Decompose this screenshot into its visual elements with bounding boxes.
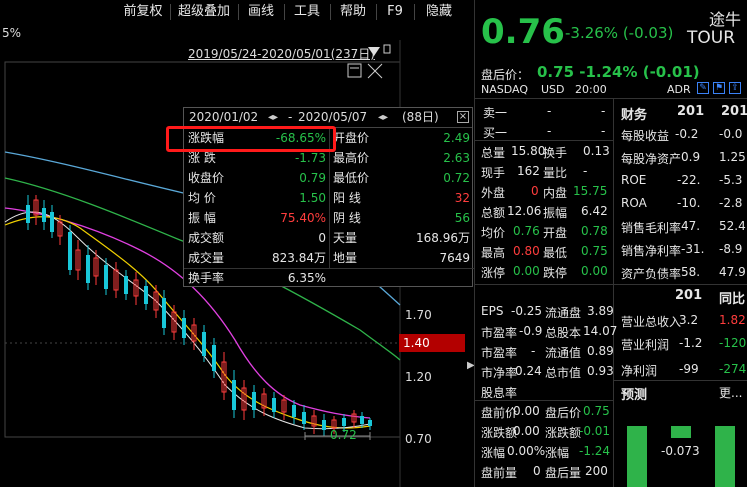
- time-label: 20:00: [575, 83, 607, 96]
- chart-lock-icon: [383, 44, 391, 54]
- quote-panel: 0.76 -3.26% (-0.03) 途牛 TOUR 盘后价： 0.75 -1…: [474, 0, 747, 487]
- forecast-bar-2: [671, 426, 691, 438]
- afterhours-label: 盘后价：: [481, 68, 530, 82]
- chart-date-range[interactable]: 2019/05/24-2020/05/01(237日): [188, 45, 375, 62]
- toolbar-fuquan-button[interactable]: 前复权: [118, 0, 168, 24]
- popup-date-to-arrows-icon[interactable]: ◂▸: [378, 108, 388, 127]
- buy1-label: 买一: [483, 126, 508, 140]
- highlight-box: [166, 126, 336, 152]
- edit-icon[interactable]: ✎: [697, 82, 709, 94]
- popup-header: 2020/01/02 ◂▸ - 2020/05/07 ◂▸ (88日) ×: [184, 108, 472, 128]
- axis-label-1: 1.70: [405, 308, 432, 322]
- buy1-volume: -: [601, 124, 606, 138]
- interval-stats-popup: 2020/01/02 ◂▸ - 2020/05/07 ◂▸ (88日) × 涨跌…: [166, 107, 474, 287]
- popup-close-icon[interactable]: ×: [457, 111, 469, 123]
- corner-percent-label: 5%: [2, 26, 22, 40]
- forecast-bar-3: [715, 426, 735, 487]
- forecast-bar-1: [627, 426, 647, 487]
- toolbar-help-button[interactable]: 帮助: [332, 0, 374, 24]
- popup-date-to[interactable]: 2020/05/07: [298, 108, 367, 127]
- stock-name: 途牛: [709, 10, 742, 29]
- share-icon[interactable]: ⇪: [729, 82, 741, 94]
- axis-label-3: 1.20: [405, 370, 432, 384]
- toolbar-draw-button[interactable]: 画线: [240, 0, 282, 24]
- forecast-title[interactable]: 预测: [621, 384, 647, 403]
- toolbar-hide-button[interactable]: 隐藏: [416, 0, 462, 24]
- toolbar-f9-button[interactable]: F9: [378, 0, 412, 24]
- forecast-value: -0.073: [661, 444, 700, 458]
- axis-label-4: 0.70: [405, 432, 432, 446]
- currency-label: USD: [541, 83, 565, 96]
- sell1-price: -: [547, 104, 552, 118]
- chart-restore-icon: [347, 63, 362, 78]
- afterhours-value: 0.75 -1.24% (-0.01): [537, 63, 700, 81]
- forecast-more-link[interactable]: 更...: [719, 384, 742, 401]
- buy1-price: -: [547, 124, 552, 138]
- popup-date-from-arrows-icon[interactable]: ◂▸: [268, 108, 278, 127]
- current-price-marker: 1.40: [399, 334, 465, 352]
- sell1-label: 卖一: [483, 106, 508, 120]
- toolbar: 前复权 超级叠加 画线 工具 帮助 F9 隐藏: [0, 0, 470, 24]
- adr-label: ADR: [667, 83, 691, 96]
- toolbar-tools-button[interactable]: 工具: [286, 0, 328, 24]
- price-change: -3.26% (-0.03): [565, 24, 674, 42]
- exchange-label: NASDAQ: [481, 83, 529, 96]
- flag-icon[interactable]: ⚑: [713, 82, 725, 94]
- last-price: 0.76: [481, 12, 565, 52]
- toolbar-overlay-button[interactable]: 超级叠加: [172, 0, 236, 24]
- sell1-volume: -: [601, 104, 606, 118]
- low-price-label: 0.72: [330, 428, 357, 442]
- popup-date-from[interactable]: 2020/01/02: [189, 108, 258, 127]
- popup-days: (88日): [402, 110, 439, 124]
- stock-ticker: TOUR: [687, 28, 736, 48]
- finance-header[interactable]: 财务: [621, 104, 647, 123]
